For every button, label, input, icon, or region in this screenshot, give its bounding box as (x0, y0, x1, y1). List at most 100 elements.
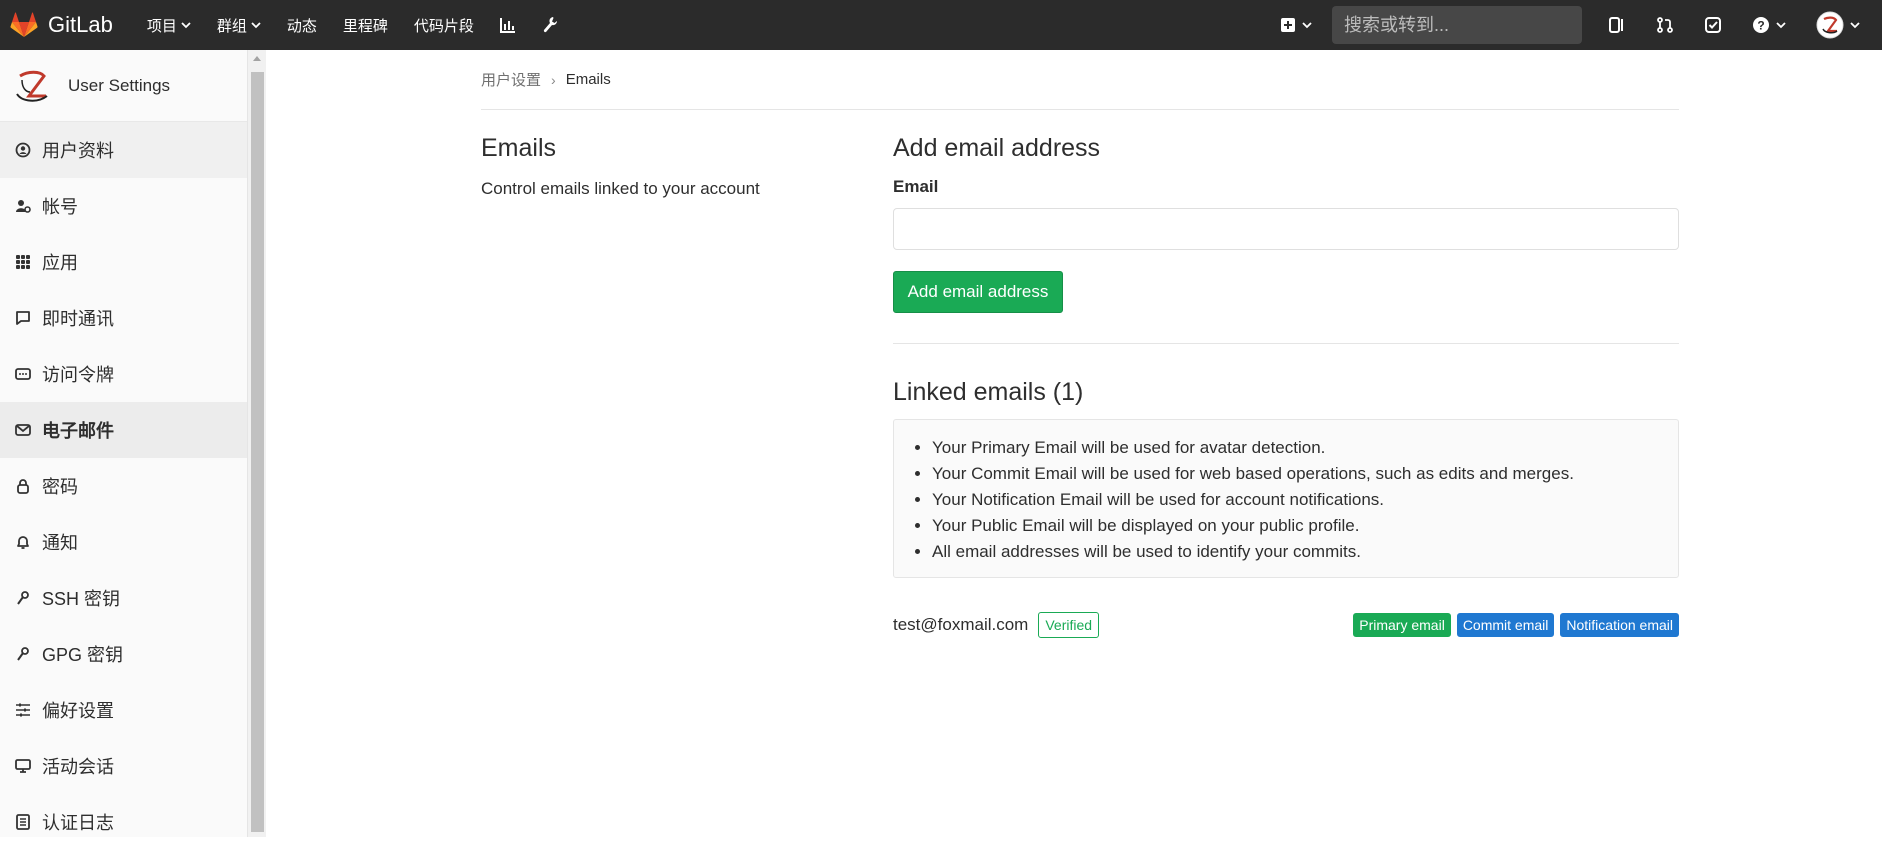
key-icon (14, 589, 32, 607)
info-item: Your Commit Email will be used for web b… (932, 461, 1658, 487)
sidebar-item-label: 电子邮件 (42, 421, 114, 441)
chat-icon (14, 309, 32, 327)
info-item: Your Primary Email will be used for avat… (932, 435, 1658, 461)
nav-activity-label: 动态 (286, 17, 317, 35)
emails-description: Emails Control emails linked to your acc… (481, 110, 893, 638)
sidebar-item-emails[interactable]: 电子邮件 (0, 402, 247, 458)
nav-projects-label: 项目 (146, 17, 177, 35)
merge-request-icon (1657, 17, 1673, 33)
breadcrumb: 用户设置 › Emails (481, 50, 1679, 110)
wrench-icon (543, 17, 557, 33)
sidebar-item-label: 通知 (42, 533, 78, 553)
chevron-down-icon (1302, 21, 1312, 28)
account-icon (14, 197, 32, 215)
nav-groups[interactable]: 群组 (217, 15, 261, 36)
new-dropdown[interactable] (1280, 17, 1312, 33)
user-avatar-icon (1816, 11, 1844, 39)
sidebar-item-label: 应用 (42, 253, 78, 273)
sidebar-item-notifications[interactable]: 通知 (0, 514, 247, 570)
primary-email-badge: Primary email (1353, 613, 1451, 637)
log-icon (14, 813, 32, 831)
merge-requests-link[interactable] (1656, 16, 1674, 34)
nav-snippets[interactable]: 代码片段 (414, 15, 474, 36)
user-avatar (12, 66, 52, 106)
sidebar-item-label: 用户资料 (42, 141, 114, 161)
add-email-button[interactable]: Add email address (893, 271, 1063, 313)
breadcrumb-user-settings[interactable]: 用户设置 (481, 69, 541, 90)
help-dropdown[interactable]: ? (1752, 16, 1786, 34)
nav-admin[interactable] (542, 16, 558, 34)
sidebar-item-label: 活动会话 (42, 757, 114, 777)
sidebar-header[interactable]: User Settings (0, 50, 247, 122)
top-navbar: GitLab 项目 群组 动态 里程碑 代码片段 搜索或转到... ? (0, 0, 1882, 50)
nav-milestones[interactable]: 里程碑 (343, 15, 388, 36)
divider (893, 343, 1679, 344)
email-list-row: test@foxmail.com Verified Primary email … (893, 612, 1679, 638)
nav-activity[interactable]: 动态 (287, 15, 317, 36)
monitor-icon (14, 757, 32, 775)
sidebar-item-label: 偏好设置 (42, 701, 114, 721)
scroll-up-arrow-icon[interactable] (253, 56, 261, 61)
help-icon: ? (1753, 17, 1769, 33)
breadcrumb-current[interactable]: Emails (566, 71, 611, 88)
sidebar-item-account[interactable]: 帐号 (0, 178, 247, 234)
email-address: test@foxmail.com (893, 615, 1029, 634)
scrollbar-thumb[interactable] (251, 72, 264, 832)
add-email-title: Add email address (893, 134, 1101, 162)
info-item: Your Notification Email will be used for… (932, 487, 1658, 513)
chevron-down-icon (1776, 21, 1786, 28)
sidebar-item-preferences[interactable]: 偏好设置 (0, 682, 247, 738)
email-field-label: Email (893, 177, 939, 196)
chevron-down-icon (1850, 21, 1860, 28)
commit-email-badge: Commit email (1456, 613, 1555, 637)
verified-badge: Verified (1038, 612, 1100, 638)
info-item: All email addresses will be used to iden… (932, 539, 1658, 565)
sidebar-scrollbar[interactable] (248, 50, 266, 837)
sidebar-item-label: SSH 密钥 (42, 589, 121, 609)
search-input[interactable] (1344, 14, 1576, 36)
sidebar-item-active-sessions[interactable]: 活动会话 (0, 738, 247, 794)
sidebar-item-password[interactable]: 密码 (0, 458, 247, 514)
key-icon (14, 645, 32, 663)
sidebar-item-label: 认证日志 (42, 813, 114, 833)
plus-square-icon (1281, 18, 1295, 32)
email-field[interactable] (893, 208, 1679, 250)
todos-link[interactable] (1704, 16, 1722, 34)
sidebar-item-gpg-keys[interactable]: GPG 密钥 (0, 626, 247, 682)
sidebar-title: User Settings (68, 75, 171, 95)
main-content: 用户设置 › Emails Emails Control emails link… (481, 50, 1679, 638)
notification-email-badge: Notification email (1560, 613, 1679, 637)
nav-projects[interactable]: 项目 (147, 15, 191, 36)
settings-sidebar: User Settings 用户资料 帐号 应用 即时通讯 访问令牌 电子邮件 … (0, 50, 248, 837)
token-icon (14, 365, 32, 383)
sidebar-item-applications[interactable]: 应用 (0, 234, 247, 290)
nav-right: ? (1280, 6, 1882, 44)
linked-emails-title: Linked emails (1) (893, 378, 1084, 406)
sidebar-item-label: 访问令牌 (42, 365, 114, 385)
section-title: Emails (481, 134, 557, 162)
sidebar-item-access-tokens[interactable]: 访问令牌 (0, 346, 247, 402)
lock-icon (14, 477, 32, 495)
gitlab-logo[interactable]: GitLab (10, 12, 113, 38)
sidebar-item-label: 密码 (42, 477, 78, 497)
mail-icon (14, 421, 32, 439)
nav-analytics[interactable] (499, 17, 516, 33)
sidebar-item-profile[interactable]: 用户资料 (0, 122, 247, 178)
search-box[interactable] (1332, 6, 1582, 44)
profile-icon (14, 141, 32, 159)
sidebar-toggle[interactable] (1608, 16, 1626, 34)
sidebar-item-auth-log[interactable]: 认证日志 (0, 794, 247, 850)
chevron-down-icon (251, 21, 261, 28)
sidebar-item-ssh-keys[interactable]: SSH 密钥 (0, 570, 247, 626)
chart-icon (499, 18, 515, 33)
sidebar-item-label: 即时通讯 (42, 309, 114, 329)
sidebar-item-chat[interactable]: 即时通讯 (0, 290, 247, 346)
chevron-down-icon (181, 21, 191, 28)
todo-icon (1705, 17, 1721, 33)
nav-groups-label: 群组 (216, 17, 247, 35)
emails-section: Emails Control emails linked to your acc… (481, 110, 1679, 638)
sidebar-item-label: GPG 密钥 (42, 645, 124, 665)
user-menu[interactable] (1816, 11, 1860, 39)
nav-snippets-label: 代码片段 (413, 17, 474, 35)
section-description: Control emails linked to your account (481, 179, 760, 198)
